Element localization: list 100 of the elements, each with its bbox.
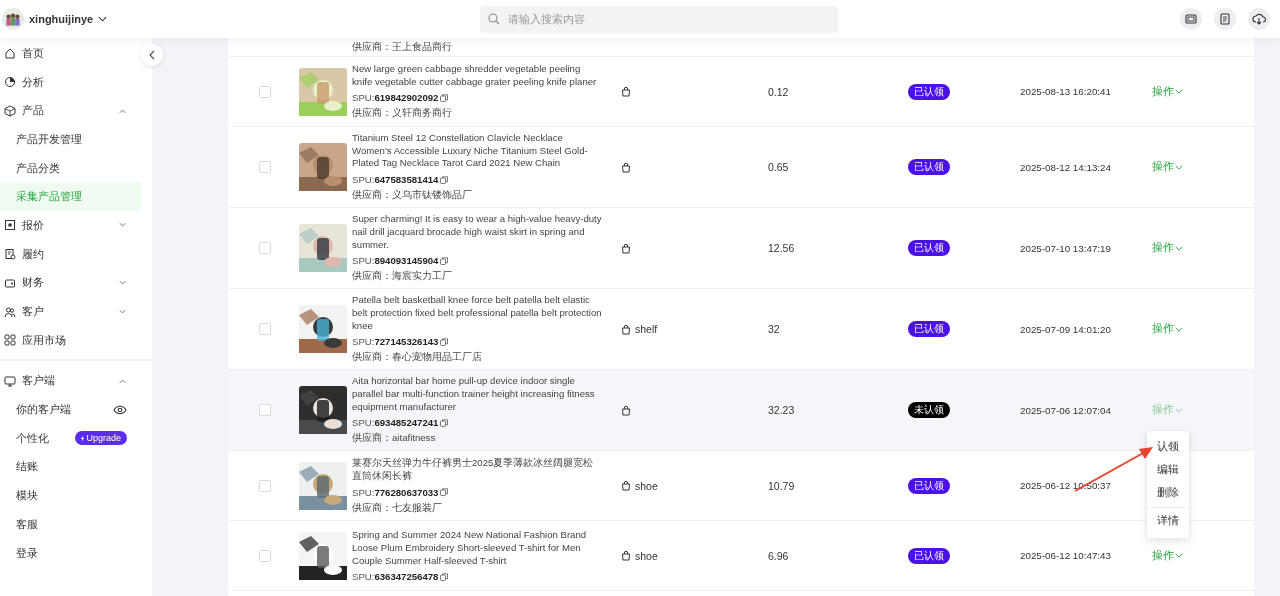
chevron-down-icon bbox=[118, 279, 127, 286]
product-title: Aita horizontal bar home pull-up device indoor single parallel bar multi-function trainer height increasing fitness equipment manufacturer bbox=[352, 375, 596, 414]
monitor-icon bbox=[4, 374, 16, 387]
row-checkbox[interactable] bbox=[259, 404, 271, 417]
sidebar-item[interactable]: 报价 bbox=[0, 211, 141, 240]
search-box[interactable]: 请输入搜索内容 bbox=[480, 5, 838, 33]
gallery-icon[interactable] bbox=[1180, 8, 1202, 30]
caret-icon bbox=[1175, 89, 1183, 94]
row-checkbox[interactable] bbox=[259, 161, 271, 174]
spu-text: SPU:727145326143 bbox=[352, 336, 439, 348]
spu-text: SPU:894093145904 bbox=[352, 255, 439, 267]
sidebar-item[interactable]: 登录 bbox=[0, 538, 141, 568]
copy-icon[interactable] bbox=[440, 93, 449, 102]
box-icon bbox=[4, 104, 16, 117]
date-text: 2025-07-10 13:47:19 bbox=[1020, 242, 1111, 254]
copy-icon[interactable] bbox=[440, 418, 449, 427]
chevron-down-icon bbox=[118, 308, 127, 315]
sidebar-item[interactable]: 产品开发管理 bbox=[0, 125, 141, 154]
sidebar-item[interactable]: 首页 bbox=[0, 39, 141, 68]
supplier-text: 供应商：义乌市钛镂饰品厂 bbox=[352, 189, 473, 203]
copy-icon[interactable] bbox=[440, 488, 449, 497]
sidebar-item[interactable]: 客户端 bbox=[0, 366, 141, 396]
sidebar-item[interactable]: 财务 bbox=[0, 268, 141, 298]
product-title: Titanium Steel 12 Constellation Clavicle Necklace Women's Accessible Luxury Niche Titanium Steel Gold-Plated Tag Necklace Tarot Card 2021 New Chain bbox=[352, 132, 589, 171]
sidebar-item[interactable]: 产品分类 bbox=[0, 153, 141, 183]
spu-text: SPU:636347256478 bbox=[352, 571, 439, 583]
row-checkbox[interactable] bbox=[259, 549, 271, 562]
home-icon bbox=[4, 47, 16, 60]
upgrade-badge[interactable]: Upgrade bbox=[75, 431, 127, 446]
clipboard-icon bbox=[4, 248, 16, 261]
price-text: 32.23 bbox=[768, 404, 795, 417]
product-title: 莱赛尔天丝弹力牛仔裤男士2025夏季薄款冰丝阔腿宽松直筒休闲长裤 bbox=[352, 457, 595, 483]
price-text: 0.65 bbox=[768, 161, 789, 174]
bag-icon bbox=[621, 242, 631, 254]
copy-icon[interactable] bbox=[440, 175, 449, 184]
quote-icon bbox=[4, 219, 16, 232]
product-title: New large green cabbage shredder vegetable peeling knife vegetable cutter cabbage grater peeling knife planer bbox=[352, 62, 598, 89]
document-icon[interactable] bbox=[1214, 8, 1236, 30]
copy-icon[interactable] bbox=[440, 337, 449, 346]
sidebar-item[interactable]: 履约 bbox=[0, 239, 141, 269]
status-badge: 已认领 bbox=[908, 159, 950, 176]
eye-icon[interactable] bbox=[113, 404, 127, 415]
supplier-text: 供应商：义轩商务商行 bbox=[352, 107, 453, 121]
row-checkbox[interactable] bbox=[259, 323, 271, 336]
price-text: 6.96 bbox=[768, 549, 789, 562]
product-title: Patella belt basketball knee force belt patella belt elastic belt protection fixed belt professional patella belt protection knee bbox=[352, 294, 602, 333]
row-checkbox[interactable] bbox=[259, 242, 271, 255]
bag-icon bbox=[621, 161, 631, 173]
bag-icon bbox=[621, 480, 631, 492]
bag-icon bbox=[621, 323, 631, 335]
action-dropdown[interactable]: 操作 bbox=[1152, 548, 1183, 563]
price-text: 0.12 bbox=[768, 85, 789, 98]
action-dropdown[interactable]: 操作 bbox=[1152, 241, 1183, 256]
sidebar-item[interactable]: 个性化 Upgrade bbox=[0, 423, 141, 453]
date-text: 2025-08-13 16:20:41 bbox=[1020, 86, 1111, 97]
wallet-icon bbox=[4, 276, 16, 289]
menu-item[interactable]: 详情 bbox=[1147, 507, 1189, 534]
pie-chart-icon bbox=[4, 76, 16, 89]
status-badge: 已认领 bbox=[908, 547, 950, 564]
status-badge: 已认领 bbox=[908, 321, 950, 338]
row-checkbox[interactable] bbox=[259, 85, 271, 98]
action-dropdown[interactable]: 操作 bbox=[1152, 160, 1183, 175]
copy-icon[interactable] bbox=[440, 256, 449, 265]
cloud-download-icon[interactable] bbox=[1248, 8, 1270, 30]
action-dropdown[interactable]: 操作 bbox=[1152, 322, 1183, 337]
sidebar-item[interactable]: 客户 bbox=[0, 297, 141, 326]
menu-item[interactable]: 认领 bbox=[1147, 435, 1189, 458]
menu-item[interactable]: 编辑 bbox=[1147, 458, 1189, 481]
search-field[interactable]: 请输入搜索内容 bbox=[506, 12, 830, 26]
caret-icon bbox=[1175, 407, 1183, 413]
sidebar-item[interactable]: 你的客户端 bbox=[0, 395, 141, 424]
caret-icon bbox=[1175, 553, 1183, 559]
status-badge: 已认领 bbox=[908, 240, 950, 257]
product-title: Spring and Summer 2024 New National Fashion Brand Loose Plum Embroidery Short-sleeved T-shirt for Men Couple Summer Half-sleeved T-shirt bbox=[352, 529, 588, 568]
sidebar-item[interactable]: 应用市场 bbox=[0, 325, 141, 355]
spu-text: SPU:693485247241 bbox=[352, 417, 439, 429]
supplier-text: 供应商：aitafitness bbox=[352, 432, 437, 446]
menu-item[interactable]: 删除 bbox=[1147, 481, 1189, 504]
action-dropdown[interactable]: 操作 bbox=[1152, 84, 1183, 99]
sidebar-item[interactable]: 产品 bbox=[0, 96, 141, 126]
status-badge: 已认领 bbox=[908, 83, 950, 100]
sidebar-item[interactable]: 结账 bbox=[0, 452, 141, 482]
sidebar-item[interactable]: 分析 bbox=[0, 67, 141, 97]
supplier-text: 供应商：王上食品商行 bbox=[352, 41, 453, 54]
supplier-text: 供应商：海宸实力工厂 bbox=[352, 270, 453, 284]
date-text: 2025-07-09 14:01:20 bbox=[1020, 323, 1111, 335]
date-text: 2025-06-12 10:47:43 bbox=[1020, 550, 1111, 562]
date-text: 2025-07-06 12:07:04 bbox=[1020, 404, 1111, 416]
avatar-icon[interactable] bbox=[2, 8, 24, 30]
account-name[interactable]: xinghuijinye bbox=[29, 13, 94, 25]
spu-text: SPU:619842902092 bbox=[352, 92, 439, 104]
supplier-text: 供应商：七友服装厂 bbox=[352, 501, 443, 515]
row-checkbox[interactable] bbox=[259, 479, 271, 492]
sidebar-item[interactable]: 客服 bbox=[0, 510, 141, 539]
chevron-down-icon[interactable] bbox=[98, 16, 108, 22]
chevron-up-icon bbox=[118, 377, 127, 384]
sidebar-item[interactable]: 模块 bbox=[0, 481, 141, 510]
price-text: 10.79 bbox=[768, 479, 795, 492]
copy-icon[interactable] bbox=[440, 573, 449, 581]
spu-text: SPU:647583581414 bbox=[352, 174, 439, 186]
